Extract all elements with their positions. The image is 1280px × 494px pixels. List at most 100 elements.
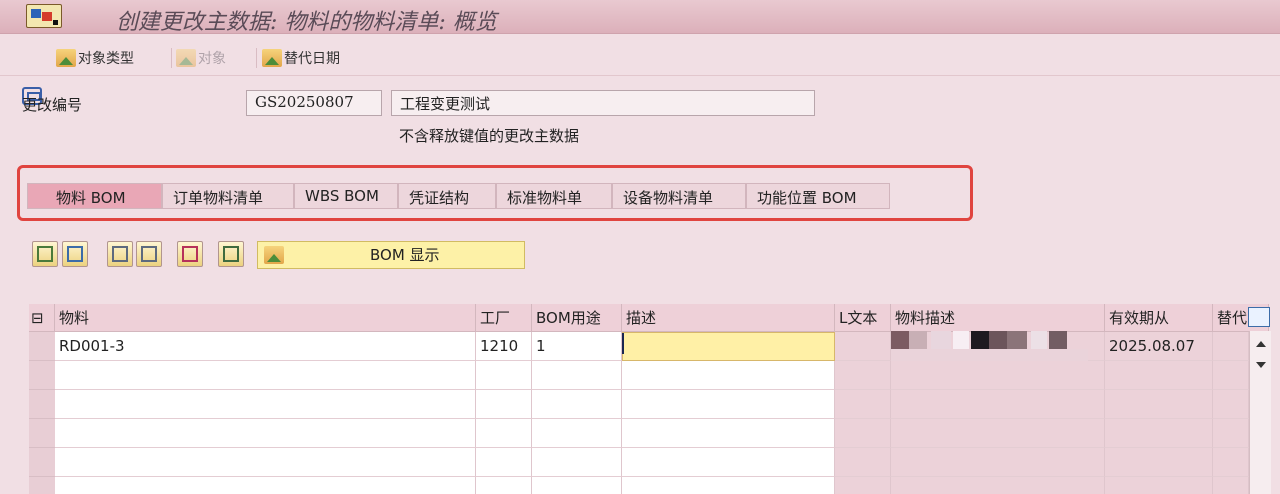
bom-display-icon bbox=[264, 246, 284, 264]
empty-cell[interactable] bbox=[532, 419, 622, 448]
empty-cell[interactable] bbox=[532, 448, 622, 477]
refresh-icon bbox=[223, 246, 239, 262]
bom-display-button[interactable]: BOM 显示 bbox=[257, 241, 525, 269]
empty-cell[interactable] bbox=[835, 390, 891, 419]
substitute-date-label: 替代日期 bbox=[284, 51, 340, 67]
text-cursor bbox=[622, 333, 624, 354]
row-selector[interactable] bbox=[29, 361, 55, 390]
tab-wbs-bom-label: WBS BOM bbox=[305, 187, 379, 205]
empty-cell[interactable] bbox=[622, 448, 835, 477]
empty-cell[interactable] bbox=[476, 361, 532, 390]
empty-cell[interactable] bbox=[622, 361, 835, 390]
header-description[interactable]: 描述 bbox=[622, 304, 835, 332]
empty-cell[interactable] bbox=[1213, 390, 1249, 419]
tab-material-bom[interactable]: 物料 BOM bbox=[27, 183, 162, 209]
delete-button[interactable] bbox=[62, 241, 88, 267]
grid-settings-icon[interactable] bbox=[1248, 307, 1270, 327]
copy-button[interactable] bbox=[107, 241, 133, 267]
empty-cell[interactable] bbox=[55, 361, 476, 390]
empty-cell[interactable] bbox=[891, 361, 1105, 390]
empty-cell[interactable] bbox=[891, 390, 1105, 419]
empty-cell[interactable] bbox=[1105, 419, 1213, 448]
empty-cell[interactable] bbox=[1213, 448, 1249, 477]
tab-standard-bom-label: 标准物料单 bbox=[507, 189, 583, 207]
empty-cell[interactable] bbox=[622, 477, 835, 494]
empty-cell[interactable] bbox=[835, 361, 891, 390]
cell-plant[interactable]: 1210 bbox=[476, 332, 532, 361]
empty-cell[interactable] bbox=[1105, 448, 1213, 477]
empty-cell[interactable] bbox=[1213, 419, 1249, 448]
cell-bom-usage[interactable]: 1 bbox=[532, 332, 622, 361]
tab-equipment-bom[interactable]: 设备物料清单 bbox=[612, 183, 746, 209]
empty-cell[interactable] bbox=[622, 419, 835, 448]
tab-functional-location-bom[interactable]: 功能位置 BOM bbox=[746, 183, 890, 209]
empty-cell[interactable] bbox=[891, 477, 1105, 494]
grid-select-all[interactable]: ⊟ bbox=[29, 304, 55, 332]
empty-cell[interactable] bbox=[1213, 477, 1249, 494]
cell-long-text[interactable] bbox=[835, 332, 891, 361]
vertical-scrollbar[interactable] bbox=[1249, 331, 1271, 494]
toolbar-separator bbox=[256, 48, 257, 68]
header-bom-usage[interactable]: BOM用途 bbox=[532, 304, 622, 332]
empty-cell[interactable] bbox=[55, 390, 476, 419]
add-row-button[interactable] bbox=[32, 241, 58, 267]
cell-valid-from[interactable]: 2025.08.07 bbox=[1105, 332, 1213, 361]
empty-cell[interactable] bbox=[55, 448, 476, 477]
save-button[interactable] bbox=[177, 241, 203, 267]
empty-cell[interactable] bbox=[532, 390, 622, 419]
cell-description[interactable] bbox=[622, 332, 835, 361]
object-type-icon bbox=[56, 49, 76, 67]
empty-cell[interactable] bbox=[532, 477, 622, 494]
empty-cell[interactable] bbox=[835, 448, 891, 477]
empty-cell[interactable] bbox=[1105, 477, 1213, 494]
cell-material[interactable]: RD001-3 bbox=[55, 332, 476, 361]
empty-cell[interactable] bbox=[622, 390, 835, 419]
scroll-down-icon[interactable] bbox=[1256, 362, 1266, 368]
tab-standard-bom[interactable]: 标准物料单 bbox=[496, 183, 612, 209]
tab-wbs-bom[interactable]: WBS BOM bbox=[294, 183, 398, 209]
row-selector[interactable] bbox=[29, 390, 55, 419]
empty-cell[interactable] bbox=[476, 419, 532, 448]
tab-doc-structure[interactable]: 凭证结构 bbox=[398, 183, 496, 209]
row-selector[interactable] bbox=[29, 332, 55, 361]
header-long-text[interactable]: L文本 bbox=[835, 304, 891, 332]
header-plant[interactable]: 工厂 bbox=[476, 304, 532, 332]
change-number-field[interactable]: GS20250807 bbox=[246, 90, 382, 116]
empty-cell[interactable] bbox=[891, 448, 1105, 477]
object-button[interactable]: 对象 bbox=[176, 46, 226, 70]
empty-cell[interactable] bbox=[891, 419, 1105, 448]
empty-cell[interactable] bbox=[835, 477, 891, 494]
row-selector[interactable] bbox=[29, 477, 55, 494]
change-description-field[interactable]: 工程变更测试 bbox=[391, 90, 815, 116]
empty-cell[interactable] bbox=[55, 419, 476, 448]
cell-alternative[interactable] bbox=[1213, 332, 1249, 361]
empty-cell[interactable] bbox=[1105, 390, 1213, 419]
scroll-up-icon[interactable] bbox=[1256, 341, 1266, 347]
application-toolbar: 对象类型 对象 替代日期 bbox=[0, 40, 1280, 105]
substitute-date-button[interactable]: 替代日期 bbox=[262, 46, 340, 70]
change-number-label: 更改编号 bbox=[22, 96, 83, 114]
header-material-description[interactable]: 物料描述 bbox=[891, 304, 1105, 332]
empty-cell[interactable] bbox=[1213, 361, 1249, 390]
row-selector[interactable] bbox=[29, 448, 55, 477]
page-title: 创建更改主数据: 物料的物料清单: 概览 bbox=[116, 10, 497, 35]
header-valid-from[interactable]: 有效期从 bbox=[1105, 304, 1213, 332]
tab-functional-location-bom-label: 功能位置 BOM bbox=[757, 189, 857, 207]
row-selector[interactable] bbox=[29, 419, 55, 448]
empty-cell[interactable] bbox=[476, 477, 532, 494]
empty-cell[interactable] bbox=[1105, 361, 1213, 390]
empty-cell[interactable] bbox=[476, 390, 532, 419]
empty-cell[interactable] bbox=[835, 419, 891, 448]
empty-cell[interactable] bbox=[476, 448, 532, 477]
sap-menu-icon[interactable] bbox=[26, 4, 62, 28]
save-icon bbox=[182, 246, 198, 262]
empty-cell[interactable] bbox=[55, 477, 476, 494]
empty-cell[interactable] bbox=[532, 361, 622, 390]
tab-order-bom[interactable]: 订单物料清单 bbox=[162, 183, 294, 209]
object-type-button[interactable]: 对象类型 bbox=[56, 46, 134, 70]
refresh-button[interactable] bbox=[218, 241, 244, 267]
paste-button[interactable] bbox=[136, 241, 162, 267]
object-icon bbox=[176, 49, 196, 67]
paste-icon bbox=[141, 246, 157, 262]
header-material[interactable]: 物料 bbox=[55, 304, 476, 332]
